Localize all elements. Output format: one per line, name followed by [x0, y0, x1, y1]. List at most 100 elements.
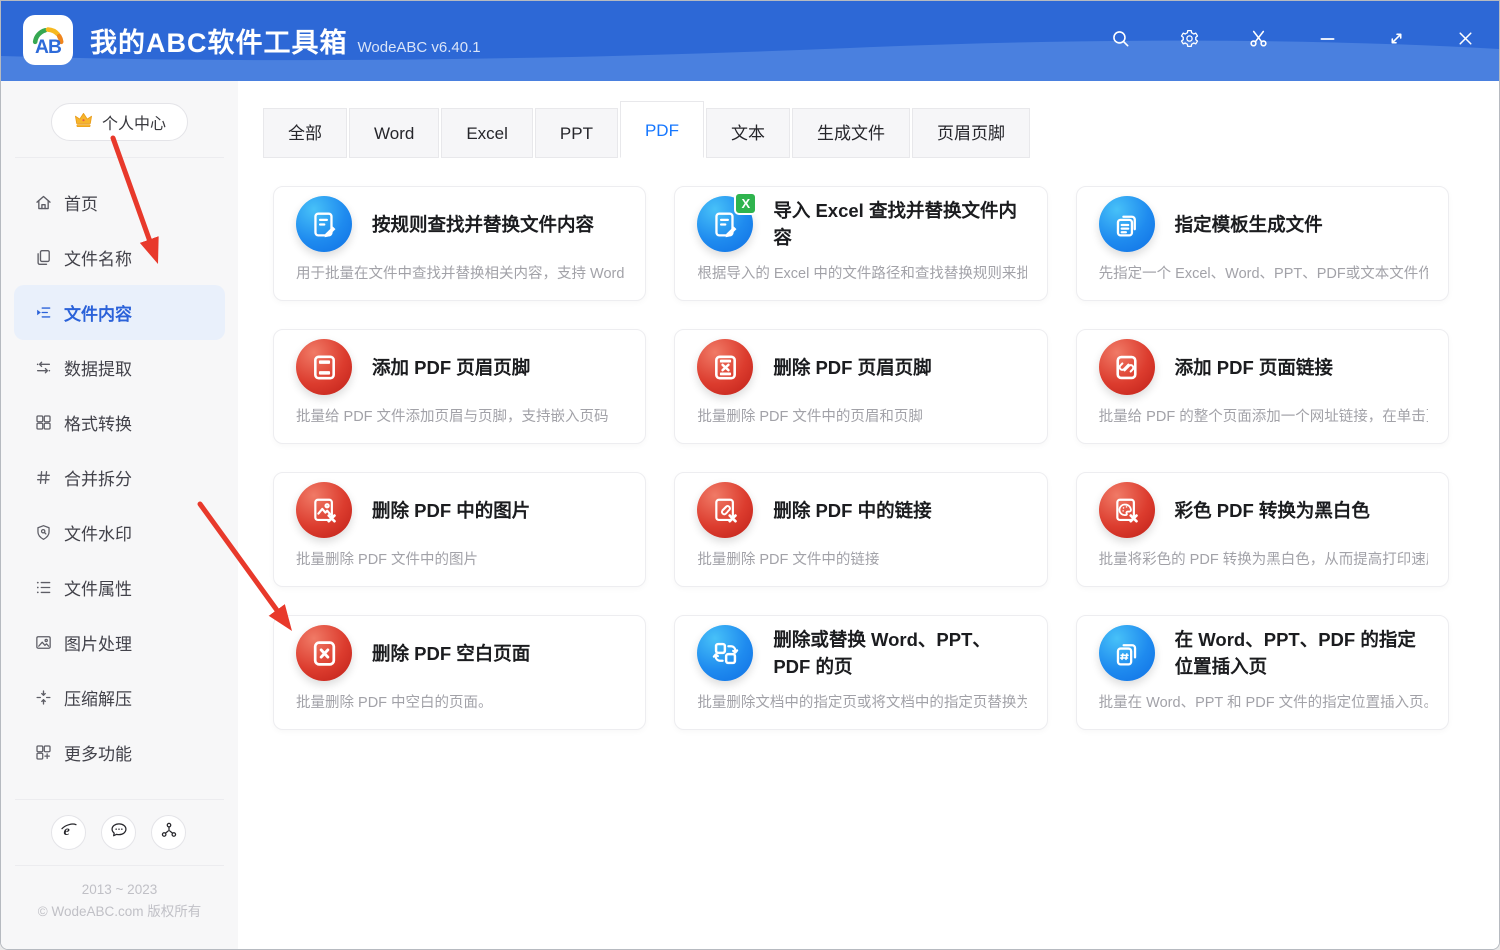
card-title: 添加 PDF 页面链接 [1175, 354, 1333, 381]
tab[interactable]: 文本 [706, 108, 790, 158]
card-header: 删除 PDF 中的链接 [697, 479, 1026, 541]
card-header: 删除 PDF 空白页面 [296, 622, 625, 684]
card-description: 批量删除 PDF 中空白的页面。 [296, 691, 625, 712]
feature-card[interactable]: 删除 PDF 中的链接 批量删除 PDF 文件中的链接 [674, 472, 1047, 587]
cards-grid: 按规则查找并替换文件内容 用于批量在文件中查找并替换相关内容，支持 Word、E… [273, 186, 1449, 730]
sidebar-divider [15, 157, 224, 158]
chat-button[interactable] [101, 815, 136, 850]
feature-card[interactable]: 添加 PDF 页面链接 批量给 PDF 的整个页面添加一个网址链接，在单击页面 [1076, 329, 1449, 444]
sidebar-item-label: 文件属性 [64, 575, 132, 600]
sidebar-item[interactable]: 文件属性 [14, 560, 225, 615]
scissors-button[interactable] [1242, 25, 1274, 57]
sidebar-item[interactable]: 图片处理 [14, 615, 225, 670]
sidebar-item[interactable]: 合并拆分 [14, 450, 225, 505]
personal-center-button[interactable]: 个人中心 [51, 103, 188, 141]
feature-card[interactable]: 在 Word、PPT、PDF 的指定位置插入页 批量在 Word、PPT 和 P… [1076, 615, 1449, 730]
tab-bar: 全部 Word Excel PPT PDF 文本 生成文件 页眉页脚 [238, 81, 1499, 158]
card-title: 添加 PDF 页眉页脚 [372, 354, 530, 381]
crown-icon [73, 109, 94, 135]
color-to-bw-icon [1099, 482, 1155, 538]
card-header: 删除 PDF 中的图片 [296, 479, 625, 541]
sidebar-item[interactable]: 压缩解压 [14, 670, 225, 725]
tab[interactable]: Word [349, 108, 439, 158]
feature-card[interactable]: 删除 PDF 中的图片 批量删除 PDF 文件中的图片 [273, 472, 646, 587]
merge-split-icon [34, 468, 53, 487]
sidebar-item[interactable]: 文件名称 [14, 230, 225, 285]
card-description: 批量给 PDF 的整个页面添加一个网址链接，在单击页面 [1099, 405, 1428, 426]
sidebar-footer-buttons: e [1, 800, 238, 865]
card-title: 删除 PDF 页眉页脚 [773, 354, 931, 381]
feature-card[interactable]: 按规则查找并替换文件内容 用于批量在文件中查找并替换相关内容，支持 Word、E… [273, 186, 646, 301]
app-title: 我的ABC软件工具箱 [90, 21, 348, 60]
settings-icon [1179, 28, 1200, 54]
card-description: 批量在 Word、PPT 和 PDF 文件的指定位置插入页。 [1099, 691, 1428, 712]
titlebar: AB 我的ABC软件工具箱 WodeABC v6.40.1 [1, 1, 1499, 81]
data-extract-icon [34, 358, 53, 377]
browser-icon: e [59, 820, 79, 845]
feature-card[interactable]: 添加 PDF 页眉页脚 批量给 PDF 文件添加页眉与页脚，支持嵌入页码 [273, 329, 646, 444]
image-process-icon [34, 633, 53, 652]
card-description: 先指定一个 Excel、Word、PPT、PDF或文本文件作为模板 [1099, 262, 1428, 283]
card-description: 批量删除文档中的指定页或将文档中的指定页替换为 [697, 691, 1026, 712]
minimize-button[interactable] [1311, 25, 1343, 57]
tab[interactable]: 生成文件 [792, 108, 910, 158]
card-title: 导入 Excel 查找并替换文件内容 [773, 197, 1026, 251]
sidebar-item[interactable]: 数据提取 [14, 340, 225, 395]
feature-card[interactable]: X 导入 Excel 查找并替换文件内容 根据导入的 Excel 中的文件路径和… [674, 186, 1047, 301]
card-description: 批量给 PDF 文件添加页眉与页脚，支持嵌入页码 [296, 405, 625, 426]
feature-card[interactable]: 删除 PDF 页眉页脚 批量删除 PDF 文件中的页眉和页脚 [674, 329, 1047, 444]
sidebar-item-label: 文件内容 [64, 300, 132, 325]
file-name-icon [34, 248, 53, 267]
feature-card[interactable]: 删除 PDF 空白页面 批量删除 PDF 中空白的页面。 [273, 615, 646, 730]
card-description: 批量删除 PDF 文件中的图片 [296, 548, 625, 569]
card-header: 彩色 PDF 转换为黑白色 [1099, 479, 1428, 541]
search-button[interactable] [1104, 25, 1136, 57]
feature-card[interactable]: 彩色 PDF 转换为黑白色 批量将彩色的 PDF 转换为黑白色，从而提高打印速度 [1076, 472, 1449, 587]
card-title: 按规则查找并替换文件内容 [372, 211, 594, 238]
personal-center-label: 个人中心 [102, 110, 166, 134]
feature-card[interactable]: 指定模板生成文件 先指定一个 Excel、Word、PPT、PDF或文本文件作为… [1076, 186, 1449, 301]
format-convert-icon [34, 413, 53, 432]
tab[interactable]: PDF [620, 101, 704, 158]
card-header: X 导入 Excel 查找并替换文件内容 [697, 193, 1026, 255]
tab[interactable]: PPT [535, 108, 618, 158]
feature-card[interactable]: 删除或替换 Word、PPT、PDF 的页 批量删除文档中的指定页或将文档中的指… [674, 615, 1047, 730]
maximize-icon [1386, 28, 1407, 54]
sidebar-item[interactable]: 格式转换 [14, 395, 225, 450]
card-title: 在 Word、PPT、PDF 的指定位置插入页 [1175, 626, 1428, 680]
card-header: 删除或替换 Word、PPT、PDF 的页 [697, 622, 1026, 684]
app-version: WodeABC v6.40.1 [358, 39, 481, 56]
sidebar-item[interactable]: 更多功能 [14, 725, 225, 780]
sidebar-footer: e 2013 ~ 2023 © WodeABC.com 版权所有 [1, 783, 238, 949]
sidebar-item-label: 图片处理 [64, 630, 132, 655]
copyright-years: 2013 ~ 2023 [1, 879, 238, 901]
tab[interactable]: Excel [441, 108, 533, 158]
sidebar-item[interactable]: 首页 [14, 175, 225, 230]
tab[interactable]: 全部 [263, 108, 347, 158]
template-generate-icon [1099, 196, 1155, 252]
file-content-icon [34, 303, 53, 322]
card-header: 添加 PDF 页眉页脚 [296, 336, 625, 398]
share-button[interactable] [151, 815, 186, 850]
doc-edit-icon [296, 196, 352, 252]
sidebar-item[interactable]: 文件内容 [14, 285, 225, 340]
sidebar-item-label: 数据提取 [64, 355, 132, 380]
tab[interactable]: 页眉页脚 [912, 108, 1030, 158]
watermark-icon [34, 523, 53, 542]
card-title: 删除 PDF 空白页面 [372, 640, 530, 667]
sidebar-item-label: 合并拆分 [64, 465, 132, 490]
content-area: 全部 Word Excel PPT PDF 文本 生成文件 页眉页脚 [238, 81, 1499, 949]
card-header: 添加 PDF 页面链接 [1099, 336, 1428, 398]
browser-button[interactable]: e [51, 815, 86, 850]
share-icon [159, 820, 179, 845]
close-button[interactable] [1449, 25, 1481, 57]
maximize-button[interactable] [1380, 25, 1412, 57]
card-header: 指定模板生成文件 [1099, 193, 1428, 255]
app-logo: AB [23, 15, 73, 65]
page-insert-icon [1099, 625, 1155, 681]
sidebar-item[interactable]: 文件水印 [14, 505, 225, 560]
sidebar-item-label: 压缩解压 [64, 685, 132, 710]
card-title: 彩色 PDF 转换为黑白色 [1175, 497, 1370, 524]
settings-button[interactable] [1173, 25, 1205, 57]
card-description: 批量删除 PDF 文件中的页眉和页脚 [697, 405, 1026, 426]
